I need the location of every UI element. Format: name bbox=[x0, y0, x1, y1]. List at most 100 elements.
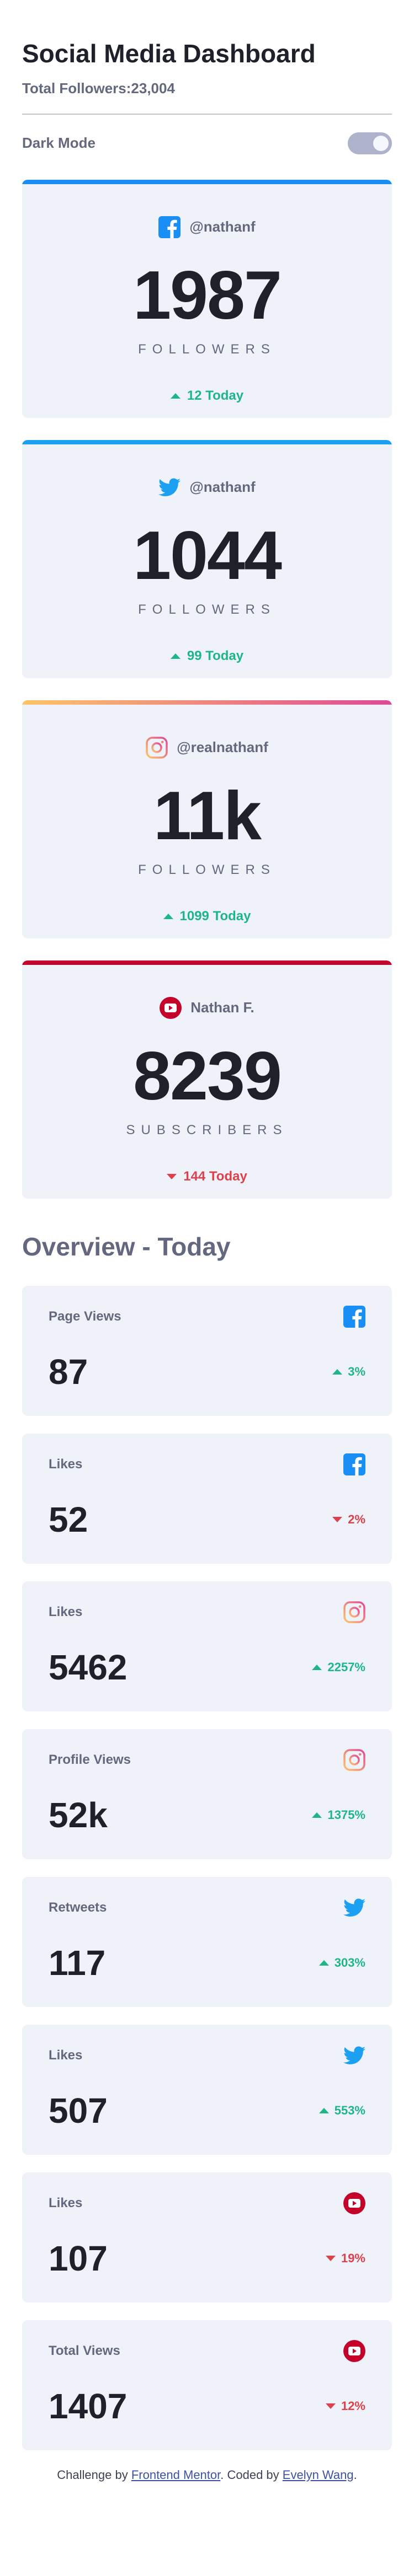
card-handle: Nathan F. bbox=[190, 999, 254, 1016]
follower-card-instagram[interactable]: @realnathanf 11k Followers 1099 Today bbox=[22, 700, 392, 938]
card-handle-row: @nathanf bbox=[22, 180, 392, 240]
attribution-prefix: Challenge by bbox=[57, 2467, 131, 2482]
overview-metric-label: Total Views bbox=[49, 2343, 120, 2358]
dark-mode-row: Dark Mode bbox=[22, 132, 392, 154]
arrow-up-icon bbox=[319, 1960, 329, 1966]
overview-metric-label: Likes bbox=[49, 2047, 83, 2063]
overview-metric-value: 52 bbox=[49, 1499, 88, 1539]
overview-card-youtube[interactable]: Likes 107 19% bbox=[22, 2172, 392, 2303]
overview-card-instagram[interactable]: Likes 5462 2257% bbox=[22, 1581, 392, 1711]
overview-card-bottom: 5462 2257% bbox=[49, 1650, 365, 1685]
overview-percent-change: 303% bbox=[319, 1956, 365, 1970]
overview-metric-label: Profile Views bbox=[49, 1752, 131, 1767]
overview-metric-value: 87 bbox=[49, 1351, 88, 1392]
overview-card-instagram[interactable]: Profile Views 52k 1375% bbox=[22, 1729, 392, 1859]
overview-card-facebook[interactable]: Page Views 87 3% bbox=[22, 1285, 392, 1416]
overview-metric-label: Likes bbox=[49, 1456, 83, 1472]
instagram-icon bbox=[343, 1601, 365, 1623]
facebook-icon bbox=[343, 1453, 365, 1475]
overview-percent-text: 1375% bbox=[327, 1807, 365, 1822]
card-handle-row: @realnathanf bbox=[22, 700, 392, 761]
arrow-up-icon bbox=[170, 653, 181, 659]
overview-card-bottom: 87 3% bbox=[49, 1354, 365, 1389]
twitter-accent-bar bbox=[22, 439, 392, 444]
instagram-accent-bar bbox=[22, 700, 392, 705]
author-link[interactable]: Evelyn Wang bbox=[283, 2468, 354, 2482]
arrow-down-icon bbox=[167, 1173, 177, 1179]
follower-card-youtube[interactable]: Nathan F. 8239 Subscribers 144 Today bbox=[22, 960, 392, 1199]
attribution-middle: . Coded by bbox=[220, 2467, 283, 2482]
overview-card-bottom: 52 2% bbox=[49, 1502, 365, 1537]
overview-metric-value: 117 bbox=[49, 1942, 106, 1983]
overview-card-twitter[interactable]: Retweets 117 303% bbox=[22, 1876, 392, 2007]
overview-percent-text: 3% bbox=[348, 1364, 365, 1378]
dark-mode-label: Dark Mode bbox=[22, 135, 95, 152]
arrow-up-icon bbox=[312, 1664, 322, 1670]
card-handle: @realnathanf bbox=[177, 739, 268, 756]
arrow-up-icon bbox=[163, 913, 173, 919]
card-unit-label: Followers bbox=[138, 341, 276, 357]
instagram-icon bbox=[146, 736, 168, 759]
arrow-up-icon bbox=[319, 2107, 329, 2113]
overview-card-facebook[interactable]: Likes 52 2% bbox=[22, 1433, 392, 1564]
card-today-text: 99 Today bbox=[187, 648, 244, 663]
toggle-knob[interactable] bbox=[373, 135, 389, 151]
overview-metric-label: Page Views bbox=[49, 1308, 121, 1324]
arrow-down-icon bbox=[325, 2403, 336, 2409]
card-follower-count: 1044 bbox=[133, 517, 282, 594]
youtube-accent-bar bbox=[22, 960, 392, 965]
overview-card-top: Likes bbox=[49, 1453, 365, 1475]
youtube-icon bbox=[343, 2192, 365, 2214]
card-today-text: 12 Today bbox=[187, 388, 244, 403]
card-today-change: 12 Today bbox=[22, 388, 392, 404]
twitter-icon bbox=[343, 2044, 365, 2067]
card-handle: @nathanf bbox=[189, 479, 256, 496]
follower-card-twitter[interactable]: @nathanf 1044 Followers 99 Today bbox=[22, 439, 392, 678]
card-handle-row: Nathan F. bbox=[22, 960, 392, 1021]
overview-card-bottom: 117 303% bbox=[49, 1945, 365, 1981]
follower-cards: @nathanf 1987 Followers 12 Today @nathanf 104… bbox=[22, 179, 392, 1199]
facebook-icon bbox=[343, 1305, 365, 1328]
youtube-icon bbox=[343, 2339, 365, 2362]
overview-percent-change: 19% bbox=[325, 2251, 365, 2266]
overview-title: Overview - Today bbox=[22, 1232, 231, 1261]
overview-card-top: Likes bbox=[49, 1601, 365, 1623]
overview-card-youtube[interactable]: Total Views 1407 12% bbox=[22, 2320, 392, 2450]
facebook-icon bbox=[158, 216, 181, 238]
twitter-icon bbox=[158, 476, 181, 498]
overview-metric-label: Likes bbox=[49, 2195, 83, 2210]
overview-card-top: Total Views bbox=[49, 2339, 365, 2362]
overview-card-bottom: 52k 1375% bbox=[49, 1797, 365, 1833]
overview-metric-value: 1407 bbox=[49, 2386, 128, 2426]
overview-grid: Page Views 87 3% Likes 52 2% Likes 5462 2257% Pro… bbox=[22, 1285, 392, 2450]
card-today-change: 1099 Today bbox=[22, 909, 392, 924]
overview-card-bottom: 107 19% bbox=[49, 2241, 365, 2276]
overview-card-bottom: 1407 12% bbox=[49, 2389, 365, 2424]
facebook-accent-bar bbox=[22, 179, 392, 184]
card-handle-row: @nathanf bbox=[22, 440, 392, 501]
overview-percent-change: 12% bbox=[325, 2399, 365, 2413]
overview-percent-change: 2257% bbox=[312, 1660, 365, 1675]
overview-percent-text: 303% bbox=[334, 1955, 365, 1969]
follower-card-facebook[interactable]: @nathanf 1987 Followers 12 Today bbox=[22, 179, 392, 418]
frontend-mentor-link[interactable]: Frontend Mentor bbox=[131, 2468, 220, 2482]
overview-card-top: Profile Views bbox=[49, 1748, 365, 1771]
attribution-suffix: . bbox=[353, 2467, 357, 2482]
overview-card-top: Retweets bbox=[49, 1897, 365, 1919]
overview-percent-change: 553% bbox=[319, 2103, 365, 2118]
card-follower-count: 8239 bbox=[133, 1038, 282, 1114]
overview-metric-label: Retweets bbox=[49, 1899, 107, 1915]
arrow-down-icon bbox=[325, 2255, 336, 2261]
card-follower-count: 11k bbox=[153, 777, 262, 854]
overview-percent-text: 19% bbox=[341, 2251, 365, 2265]
dark-mode-toggle[interactable] bbox=[348, 132, 392, 154]
overview-card-top: Likes bbox=[49, 2044, 365, 2067]
card-unit-label: Subscribers bbox=[126, 1122, 288, 1137]
card-today-change: 144 Today bbox=[22, 1169, 392, 1184]
card-unit-label: Followers bbox=[138, 862, 276, 877]
overview-card-bottom: 507 553% bbox=[49, 2093, 365, 2128]
overview-percent-change: 1375% bbox=[312, 1808, 365, 1822]
instagram-icon bbox=[343, 1748, 365, 1771]
overview-card-twitter[interactable]: Likes 507 553% bbox=[22, 2024, 392, 2155]
overview-card-top: Page Views bbox=[49, 1305, 365, 1328]
